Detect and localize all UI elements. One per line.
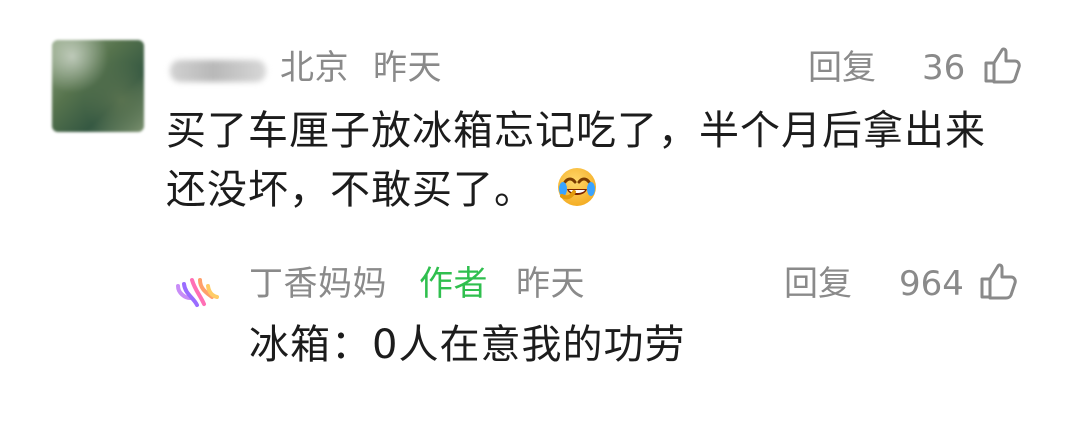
comment-text-line-2-text: 还没坏，不敢买了。: [166, 167, 535, 213]
thumbs-up-icon[interactable]: [979, 45, 1023, 87]
reply-avatar[interactable]: [170, 268, 228, 320]
avatar[interactable]: [52, 40, 144, 132]
like-count: 36: [922, 48, 966, 88]
reply-like-count: 964: [899, 264, 964, 304]
comment-text-line-2: 还没坏，不敢买了。: [166, 161, 1016, 220]
author-badge: 作者: [419, 264, 488, 304]
comment-content: 买了车厘子放冰箱忘记吃了，半个月后拿出来 还没坏，不敢买了。: [166, 102, 1016, 220]
comment-thread: 北京 昨天 回复 36 买了车厘子放冰箱忘记吃了，半个月后拿出来 还没坏，不敢买…: [0, 0, 1080, 423]
reply-timestamp: 昨天: [516, 264, 585, 304]
timestamp: 昨天: [373, 48, 442, 88]
reply-button-secondary[interactable]: 回复: [784, 264, 852, 304]
location-label: 北京: [280, 48, 349, 88]
laughing-crying-emoji-icon: [557, 168, 596, 206]
username-blurred[interactable]: [170, 60, 266, 82]
reply-username[interactable]: 丁香妈妈: [249, 264, 387, 304]
reply-content: 冰箱：0人在意我的功劳: [249, 322, 686, 368]
thumbs-up-icon[interactable]: [975, 261, 1019, 303]
comment-text-line-1: 买了车厘子放冰箱忘记吃了，半个月后拿出来: [166, 108, 986, 154]
reply-button[interactable]: 回复: [808, 48, 876, 88]
